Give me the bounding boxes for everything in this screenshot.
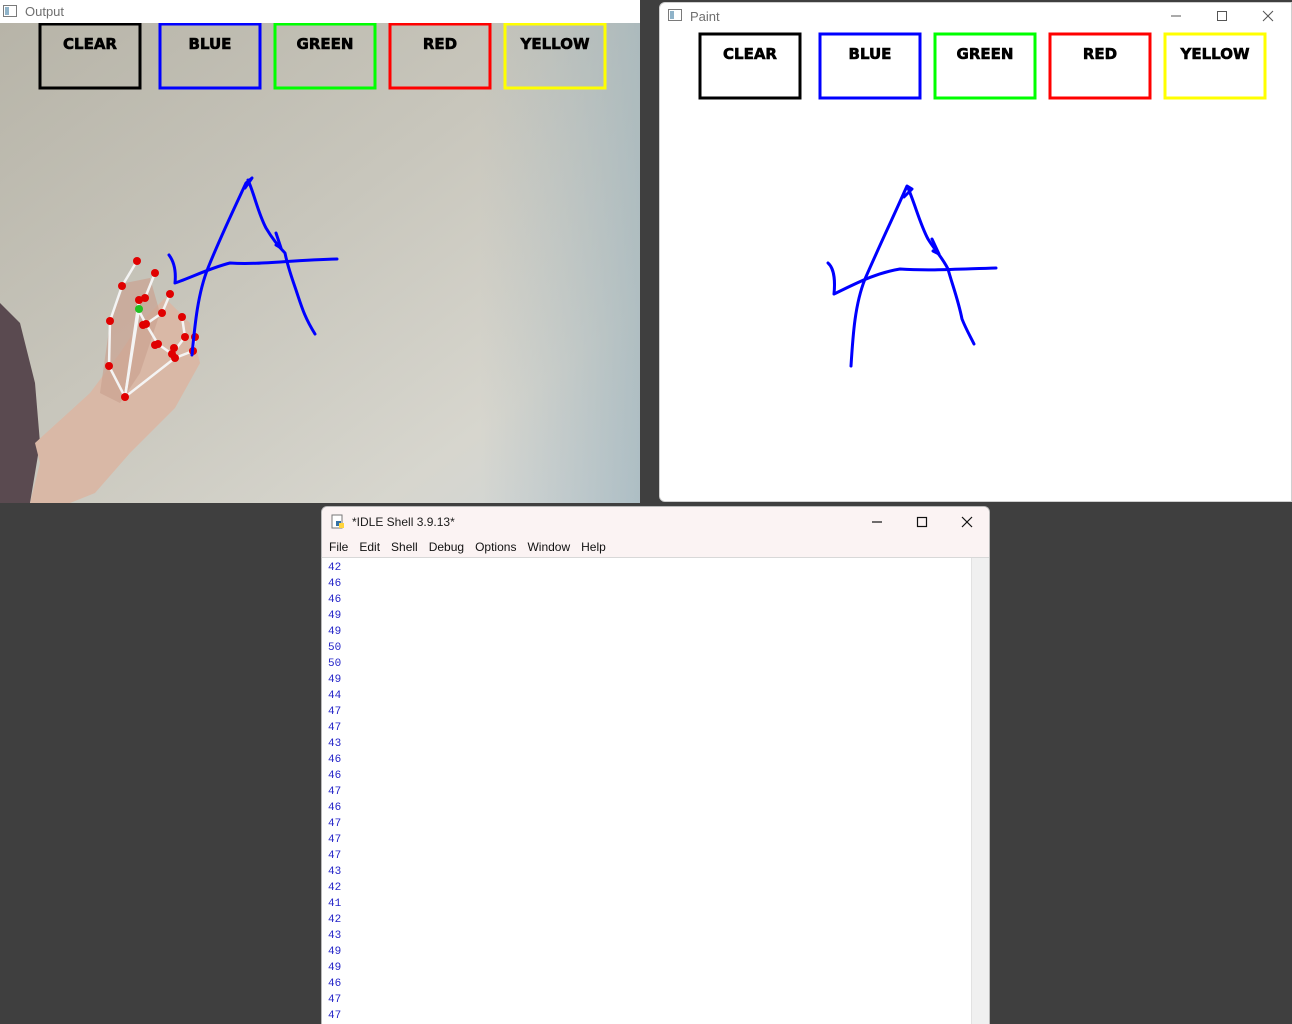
window-app-icon xyxy=(3,4,19,20)
shell-output-line: 46 xyxy=(328,978,342,990)
minimize-icon[interactable] xyxy=(854,507,899,537)
color-button-label: GREEN xyxy=(957,45,1014,63)
minimize-icon[interactable] xyxy=(1153,3,1199,29)
idle-titlebar[interactable]: *IDLE Shell 3.9.13* xyxy=(322,507,989,537)
shell-output-area[interactable]: 42 46 46 49 49 50 50 49 44 47 47 43 46 46 47 46 47 47 47 43… xyxy=(322,558,972,1024)
menu-debug[interactable]: Debug xyxy=(425,540,471,554)
shell-output-line: 47 xyxy=(328,786,342,798)
shell-output-line: 46 xyxy=(328,594,342,606)
shell-output-line: 46 xyxy=(328,770,342,782)
shell-output-line: 49 xyxy=(328,610,342,622)
output-titlebar[interactable]: Output xyxy=(0,0,640,23)
idle-window-controls xyxy=(854,507,989,537)
paint-window[interactable]: Paint CLEAR BLUE GREEN RED YELLOW xyxy=(659,2,1292,502)
paint-titlebar[interactable]: Paint xyxy=(660,3,1291,29)
menu-help[interactable]: Help xyxy=(577,540,613,554)
shell-output-line: 47 xyxy=(328,834,342,846)
idle-window-title: *IDLE Shell 3.9.13* xyxy=(352,515,455,529)
color-button-label: YELLOW xyxy=(1180,45,1250,63)
color-button-label: BLUE xyxy=(189,35,232,53)
shell-output-line: 47 xyxy=(328,722,342,734)
shell-output-line: 49 xyxy=(328,946,342,958)
shell-output-line: 43 xyxy=(328,930,342,942)
menu-window[interactable]: Window xyxy=(523,540,577,554)
shell-output-line: 47 xyxy=(328,994,342,1006)
shell-output-line: 41 xyxy=(328,898,342,910)
shell-output-line: 43 xyxy=(328,866,342,878)
close-icon[interactable] xyxy=(1245,3,1291,29)
shell-output-line: 49 xyxy=(328,626,342,638)
menu-file[interactable]: File xyxy=(325,540,355,554)
shell-output-line: 44 xyxy=(328,690,342,702)
shell-output-line: 47 xyxy=(328,850,342,862)
shell-output-line: 46 xyxy=(328,802,342,814)
index-fingertip-cursor xyxy=(135,305,143,313)
close-icon[interactable] xyxy=(944,507,989,537)
color-button-label: CLEAR xyxy=(63,35,117,53)
shell-output-line: 47 xyxy=(328,1010,342,1022)
idle-shell-window[interactable]: *IDLE Shell 3.9.13* File Edit Shell Debu… xyxy=(321,506,990,1024)
output-window[interactable]: Output CLEAR BLUE GREEN RED YELLOW xyxy=(0,0,640,503)
shell-output-line: 43 xyxy=(328,738,342,750)
shell-output-line: 47 xyxy=(328,706,342,718)
shell-output-line: 49 xyxy=(328,962,342,974)
menu-options[interactable]: Options xyxy=(471,540,523,554)
paint-background xyxy=(660,29,1291,501)
maximize-icon[interactable] xyxy=(1199,3,1245,29)
color-button-label: GREEN xyxy=(297,35,354,53)
shell-output-line: 46 xyxy=(328,754,342,766)
shell-output-line: 49 xyxy=(328,674,342,686)
shell-output-line: 50 xyxy=(328,658,342,670)
output-window-title: Output xyxy=(25,4,65,19)
paint-canvas[interactable]: CLEAR BLUE GREEN RED YELLOW xyxy=(660,29,1292,502)
menu-shell[interactable]: Shell xyxy=(387,540,425,554)
window-app-icon xyxy=(668,8,684,24)
color-button-label: BLUE xyxy=(849,45,892,63)
python-file-icon xyxy=(330,514,346,530)
idle-menubar: File Edit Shell Debug Options Window Hel… xyxy=(322,537,989,558)
shell-scrollbar[interactable] xyxy=(971,558,989,1024)
shell-output-line: 47 xyxy=(328,818,342,830)
color-button-label: RED xyxy=(423,35,457,53)
color-button-label: RED xyxy=(1083,45,1117,63)
camera-feed-canvas[interactable]: CLEAR BLUE GREEN RED YELLOW xyxy=(0,23,640,503)
paint-window-controls xyxy=(1153,3,1291,29)
paint-window-title: Paint xyxy=(690,8,720,24)
menu-edit[interactable]: Edit xyxy=(355,540,387,554)
shell-output-line: 42 xyxy=(328,882,342,894)
shell-output-line: 42 xyxy=(328,562,342,574)
shell-output-line: 50 xyxy=(328,642,342,654)
shell-output-line: 42 xyxy=(328,914,342,926)
color-button-label: YELLOW xyxy=(520,35,590,53)
shell-output-line: 46 xyxy=(328,578,342,590)
color-button-label: CLEAR xyxy=(723,45,777,63)
maximize-icon[interactable] xyxy=(899,507,944,537)
